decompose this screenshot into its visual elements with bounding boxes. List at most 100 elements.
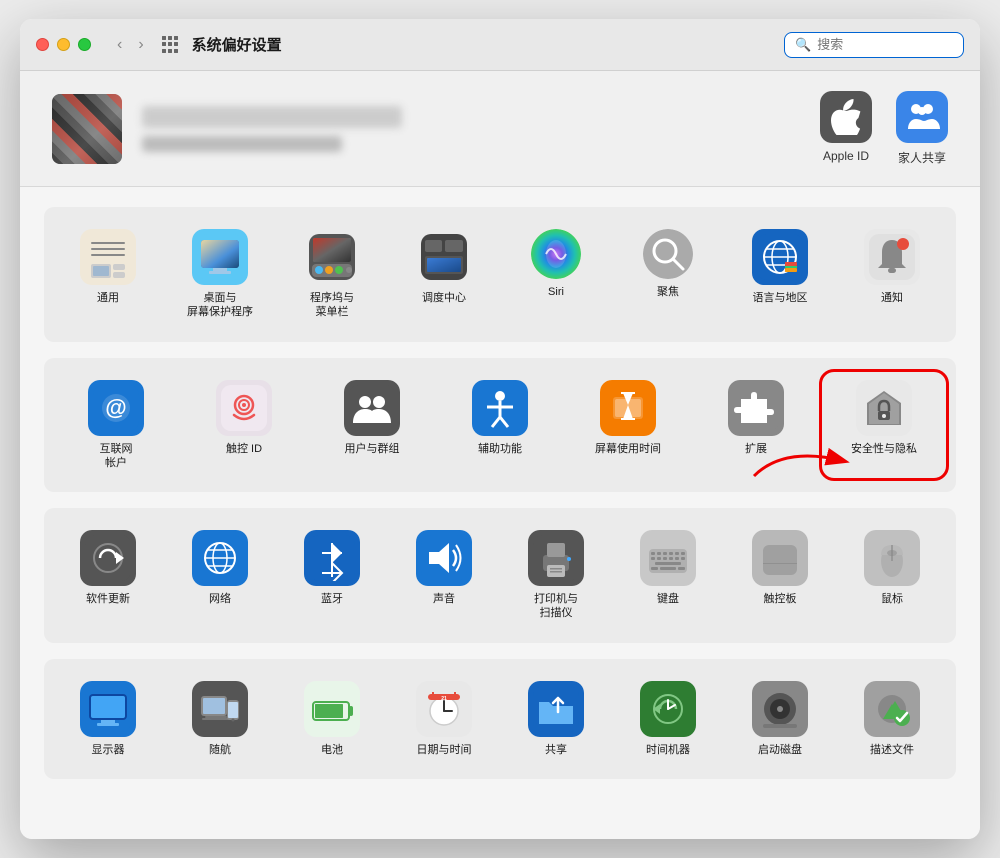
icon-grid-2: @ 互联网帐户 xyxy=(56,374,944,477)
svg-text:@: @ xyxy=(105,395,126,420)
profile-info xyxy=(142,106,820,152)
profile-section: Apple ID 家人共享 xyxy=(20,71,980,187)
mouse-item[interactable]: 鼠标 xyxy=(840,524,944,627)
family-sharing-icon xyxy=(896,91,948,143)
network-item[interactable]: 网络 xyxy=(168,524,272,627)
software-item[interactable]: 软件更新 xyxy=(56,524,160,627)
sidecar-item[interactable]: 随航 xyxy=(168,675,272,763)
section-1: 通用 xyxy=(44,207,956,342)
sound-item[interactable]: 声音 xyxy=(392,524,496,627)
printer-icon xyxy=(528,530,584,586)
icon-grid-3: 软件更新 网络 xyxy=(56,524,944,627)
siri-icon xyxy=(531,229,581,279)
back-button[interactable]: ‹ xyxy=(111,34,128,56)
apple-id-action[interactable]: Apple ID xyxy=(820,91,872,166)
mouse-label: 鼠标 xyxy=(881,592,903,606)
apple-id-icon xyxy=(820,91,872,143)
sharing-item[interactable]: 共享 xyxy=(504,675,608,763)
accessibility-item[interactable]: 辅助功能 xyxy=(440,374,560,477)
bluetooth-label: 蓝牙 xyxy=(321,592,343,606)
battery-item[interactable]: 电池 xyxy=(280,675,384,763)
startup-item[interactable]: 启动磁盘 xyxy=(728,675,832,763)
grid-view-icon[interactable] xyxy=(162,36,180,54)
sharing-label: 共享 xyxy=(545,743,567,757)
keyboard-item[interactable]: 键盘 xyxy=(616,524,720,627)
profile-name xyxy=(142,106,402,128)
display-item[interactable]: 显示器 xyxy=(56,675,160,763)
extensions-item[interactable]: 扩展 xyxy=(696,374,816,477)
language-label: 语言与地区 xyxy=(753,291,808,305)
general-icon xyxy=(80,229,136,285)
startup-label: 启动磁盘 xyxy=(758,743,802,757)
accessibility-icon xyxy=(472,380,528,436)
minimize-button[interactable] xyxy=(57,38,70,51)
apple-id-label: Apple ID xyxy=(823,149,869,163)
traffic-lights xyxy=(36,38,91,51)
users-icon xyxy=(344,380,400,436)
timemachine-item[interactable]: 时间机器 xyxy=(616,675,720,763)
siri-item[interactable]: Siri xyxy=(504,223,608,326)
svg-text:21: 21 xyxy=(441,696,447,702)
battery-icon xyxy=(304,681,360,737)
desktop-item[interactable]: 桌面与屏幕保护程序 xyxy=(168,223,272,326)
spotlight-icon xyxy=(643,229,693,279)
printer-label: 打印机与扫描仪 xyxy=(534,592,578,621)
siri-label: Siri xyxy=(548,285,564,299)
icon-grid-1: 通用 xyxy=(56,223,944,326)
titlebar: ‹ › 系统偏好设置 🔍 xyxy=(20,19,980,71)
close-button[interactable] xyxy=(36,38,49,51)
trackpad-item[interactable]: 触控板 xyxy=(728,524,832,627)
section-3: 软件更新 网络 xyxy=(44,508,956,643)
software-label: 软件更新 xyxy=(86,592,130,606)
search-input[interactable] xyxy=(817,37,953,52)
bluetooth-item[interactable]: 蓝牙 xyxy=(280,524,384,627)
nav-buttons: ‹ › xyxy=(111,34,150,56)
content-area: 通用 xyxy=(20,187,980,839)
startup-icon xyxy=(752,681,808,737)
accessibility-label: 辅助功能 xyxy=(478,442,522,456)
search-box[interactable]: 🔍 xyxy=(784,32,964,58)
display-icon xyxy=(80,681,136,737)
screentime-icon xyxy=(600,380,656,436)
sound-label: 声音 xyxy=(433,592,455,606)
family-sharing-action[interactable]: 家人共享 xyxy=(896,91,948,166)
notif-item[interactable]: 通知 xyxy=(840,223,944,326)
system-preferences-window: ‹ › 系统偏好设置 🔍 xyxy=(20,19,980,839)
trackpad-icon xyxy=(752,530,808,586)
zoom-button[interactable] xyxy=(78,38,91,51)
mission-item[interactable]: 调度中心 xyxy=(392,223,496,326)
keyboard-icon xyxy=(640,530,696,586)
touch-label: 触控 ID xyxy=(226,442,262,456)
sound-icon xyxy=(416,530,472,586)
internet-item[interactable]: @ 互联网帐户 xyxy=(56,374,176,477)
general-label: 通用 xyxy=(97,291,119,305)
touch-item[interactable]: 触控 ID xyxy=(184,374,304,477)
screentime-label: 屏幕使用时间 xyxy=(595,442,661,456)
users-item[interactable]: 用户与群组 xyxy=(312,374,432,477)
screentime-item[interactable]: 屏幕使用时间 xyxy=(568,374,688,477)
profile-email xyxy=(142,136,342,152)
timemachine-label: 时间机器 xyxy=(646,743,690,757)
section-4: 显示器 xyxy=(44,659,956,779)
forward-button[interactable]: › xyxy=(132,34,149,56)
language-item[interactable]: 语言与地区 xyxy=(728,223,832,326)
section-2: @ 互联网帐户 xyxy=(44,358,956,493)
battery-label: 电池 xyxy=(321,743,343,757)
spotlight-item[interactable]: 聚焦 xyxy=(616,223,720,326)
notif-label: 通知 xyxy=(881,291,903,305)
general-item[interactable]: 通用 xyxy=(56,223,160,326)
spotlight-label: 聚焦 xyxy=(657,285,679,299)
software-icon xyxy=(80,530,136,586)
printer-item[interactable]: 打印机与扫描仪 xyxy=(504,524,608,627)
desktop-icon xyxy=(192,229,248,285)
datetime-item[interactable]: 21 日期与时间 xyxy=(392,675,496,763)
security-item[interactable]: 安全性与隐私 xyxy=(824,374,944,477)
display-label: 显示器 xyxy=(92,743,125,757)
keyboard-label: 键盘 xyxy=(657,592,679,606)
internet-label: 互联网帐户 xyxy=(100,442,133,471)
family-sharing-label: 家人共享 xyxy=(898,149,946,166)
icon-grid-4: 显示器 xyxy=(56,675,944,763)
desktop-label: 桌面与屏幕保护程序 xyxy=(187,291,253,320)
dock-item[interactable]: 程序坞与菜单栏 xyxy=(280,223,384,326)
profiles-item[interactable]: 描述文件 xyxy=(840,675,944,763)
